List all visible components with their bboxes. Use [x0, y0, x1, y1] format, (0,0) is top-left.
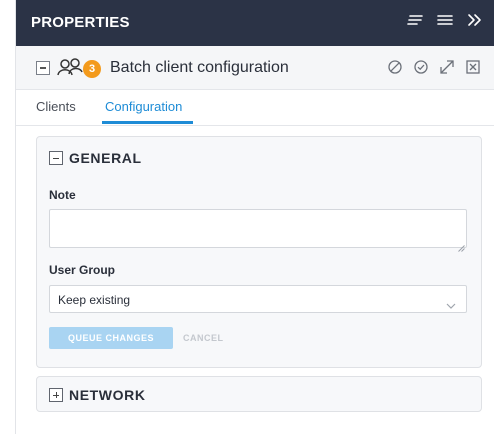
chevron-down-icon	[446, 296, 456, 314]
double-chevron-right-icon[interactable]	[466, 11, 484, 29]
tab-configuration[interactable]: Configuration	[105, 99, 182, 114]
block-icon[interactable]	[387, 59, 403, 75]
titlebar-actions	[387, 59, 481, 75]
collapse-toggle[interactable]	[36, 61, 50, 75]
check-circle-icon[interactable]	[413, 59, 429, 75]
general-section: GENERAL Note User Group Keep existing QU…	[36, 136, 482, 368]
general-section-title[interactable]: GENERAL	[69, 150, 142, 166]
queue-changes-button[interactable]: QUEUE CHANGES	[49, 327, 173, 349]
tab-bar: Clients Configuration	[16, 90, 494, 126]
properties-panel: PROPERTIES 3 Batch client configuration	[15, 0, 494, 434]
user-group-value: Keep existing	[58, 293, 131, 307]
close-box-icon[interactable]	[465, 59, 481, 75]
note-field[interactable]	[49, 209, 467, 248]
resize-grip-icon[interactable]	[458, 239, 465, 252]
panel-titlebar: 3 Batch client configuration	[16, 46, 494, 90]
general-collapse-toggle[interactable]	[49, 151, 63, 165]
titlebar-label: Batch client configuration	[110, 59, 289, 76]
note-label: Note	[49, 188, 76, 202]
user-group-label: User Group	[49, 263, 116, 277]
user-group-select[interactable]: Keep existing	[49, 285, 467, 313]
network-expand-toggle[interactable]	[49, 388, 63, 402]
sort-lines-icon[interactable]	[406, 11, 424, 29]
network-section: NETWORK	[36, 376, 482, 412]
active-tab-indicator	[102, 121, 193, 124]
tab-clients[interactable]: Clients	[36, 99, 76, 114]
panel-header: PROPERTIES	[16, 0, 494, 46]
cancel-button[interactable]: CANCEL	[183, 333, 224, 343]
header-actions	[406, 11, 484, 29]
menu-icon[interactable]	[436, 11, 454, 29]
expand-icon[interactable]	[439, 59, 455, 75]
network-section-title[interactable]: NETWORK	[69, 387, 146, 403]
selection-count-badge: 3	[83, 60, 101, 78]
panel-title: PROPERTIES	[31, 14, 130, 31]
